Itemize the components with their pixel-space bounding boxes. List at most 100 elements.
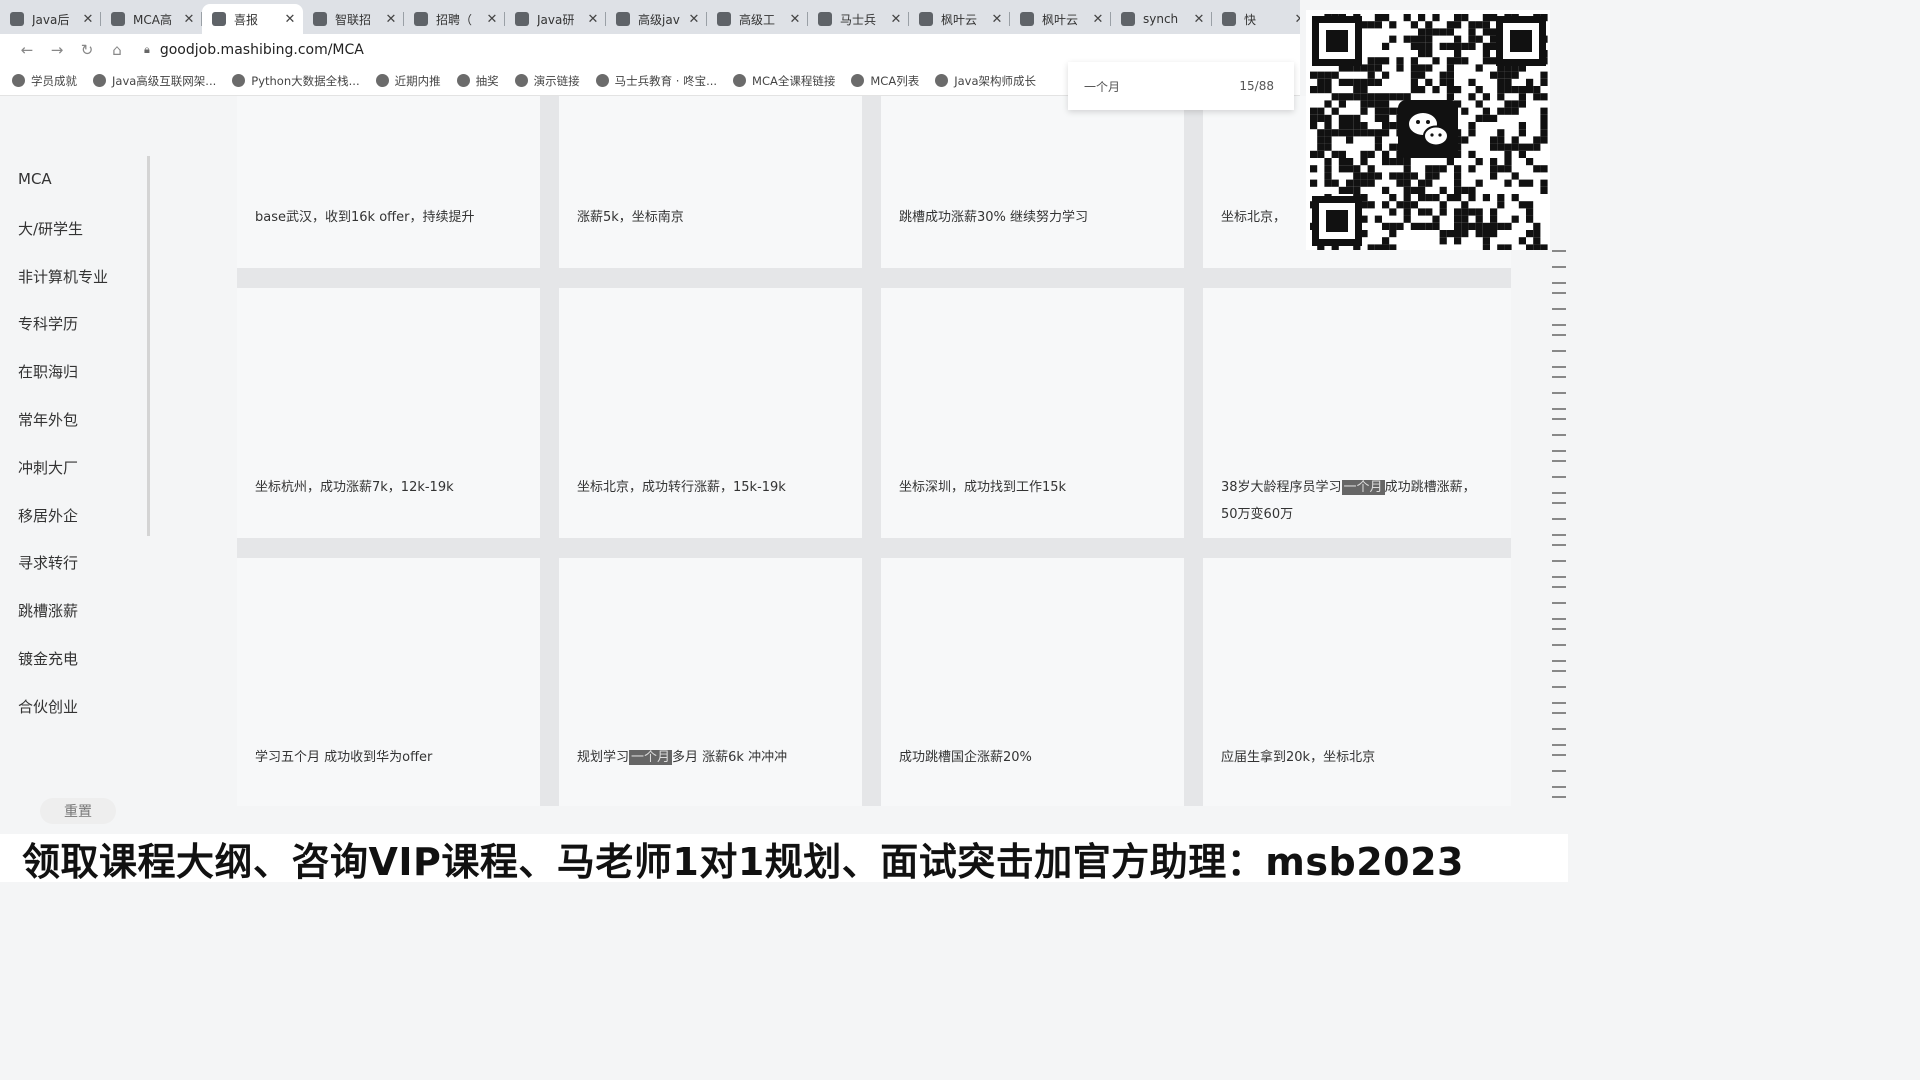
sidebar-filter-item[interactable]: 冲刺大厂 xyxy=(18,457,78,478)
bookmark-item[interactable]: Java高级互联网架... xyxy=(93,73,216,89)
close-icon[interactable]: ✕ xyxy=(81,12,95,27)
tab-title: 枫叶云 xyxy=(1042,12,1079,27)
browser-tab[interactable]: Java研 ✕ xyxy=(505,4,606,34)
browser-tab[interactable]: 快✕ xyxy=(1212,4,1300,34)
story-text: 应届生拿到20k，坐标北京 xyxy=(1221,750,1376,765)
promo-banner: 领取课程大纲、咨询VIP课程、马老师1对1规划、面试突击加官方助理：msb202… xyxy=(0,834,1568,884)
bookmark-label: 演示链接 xyxy=(533,73,580,88)
tab-favicon-icon xyxy=(212,12,226,26)
story-card[interactable]: 规划学习 一个月 多月 涨薪6k 冲冲冲 xyxy=(559,558,862,806)
tab-favicon-icon xyxy=(111,12,125,26)
tab-favicon-icon xyxy=(919,12,933,26)
tab-strip: Java后 ✕ MCA高 ✕ 喜报 ✕ 智联招 ✕ 招聘（ ✕ Java研 ✕ 高级jav ✕ 高级工 ✕ 马士… xyxy=(0,0,1300,34)
bookmark-icon xyxy=(935,74,949,87)
sidebar-filter-item[interactable]: MCA xyxy=(18,170,52,188)
close-icon[interactable]: ✕ xyxy=(687,12,701,27)
story-card[interactable]: 38岁大龄程序员学习 一个月 成功跳槽涨薪， 50万变60万 xyxy=(1203,288,1511,538)
bookmark-item[interactable]: 马士兵教育 · 咚宝... xyxy=(595,73,717,89)
bookmark-label: 学员成就 xyxy=(31,73,77,88)
tab-title: Java后 xyxy=(32,12,70,27)
sidebar-filter-item[interactable]: 跳槽涨薪 xyxy=(18,600,78,621)
close-icon[interactable]: ✕ xyxy=(990,12,1004,27)
sidebar-filter-item[interactable]: 合伙创业 xyxy=(18,696,78,717)
browser-tab[interactable]: 高级工 ✕ xyxy=(707,4,808,34)
story-text-part: 50万变60万 xyxy=(1221,507,1294,522)
close-icon[interactable]: ✕ xyxy=(586,12,600,27)
tab-title: 马士兵 xyxy=(840,12,877,27)
bookmark-icon xyxy=(456,74,470,87)
reload-icon[interactable]: ↻ xyxy=(72,41,102,59)
tab-favicon-icon xyxy=(818,12,832,26)
lock-icon[interactable]: 🔒︎ xyxy=(144,43,150,57)
tab-title: 喜报 xyxy=(234,12,259,27)
tab-title: 招聘（ xyxy=(436,12,473,27)
story-card[interactable]: 跳槽成功涨薪30% 继续努力学习 xyxy=(881,96,1184,268)
bookmark-item[interactable]: Java架构师成长 xyxy=(935,73,1036,89)
story-text: 规划学习 一个月 多月 涨薪6k 冲冲冲 xyxy=(577,744,787,771)
browser-tab[interactable]: 枫叶云 ✕ xyxy=(909,4,1010,34)
bookmark-item[interactable]: 演示链接 xyxy=(514,73,580,89)
close-icon[interactable]: ✕ xyxy=(182,12,196,27)
sidebar-filter-item[interactable]: 常年外包 xyxy=(18,409,78,430)
result-count: 15/88 xyxy=(1239,79,1274,93)
forward-icon[interactable]: → xyxy=(42,41,72,59)
bookmark-item[interactable]: 学员成就 xyxy=(12,73,77,89)
bookmark-label: Java架构师成长 xyxy=(954,73,1036,88)
sidebar-filter-item[interactable]: 移居外企 xyxy=(18,505,78,526)
bookmark-item[interactable]: Python大数据全栈... xyxy=(232,73,360,89)
bookmark-icon xyxy=(514,74,528,87)
tab-favicon-icon xyxy=(717,12,731,26)
bookmark-label: Python大数据全栈... xyxy=(251,73,360,88)
browser-tab[interactable]: 枫叶云 ✕ xyxy=(1010,4,1111,34)
tab-title: 枫叶云 xyxy=(941,12,978,27)
browser-tab[interactable]: 招聘（ ✕ xyxy=(404,4,505,34)
browser-tab[interactable]: Java后 ✕ xyxy=(0,4,101,34)
browser-tab[interactable]: 马士兵 ✕ xyxy=(808,4,909,34)
sidebar-filter-item[interactable]: 在职海归 xyxy=(18,361,78,382)
browser-tab[interactable]: MCA高 ✕ xyxy=(101,4,202,34)
wechat-qr-code xyxy=(1306,10,1550,250)
story-text: 学习五个月 成功收到华为offer xyxy=(255,750,433,765)
bookmark-item[interactable]: 近期内推 xyxy=(375,73,441,89)
close-icon[interactable]: ✕ xyxy=(788,12,802,27)
browser-tab[interactable]: 喜报 ✕ xyxy=(202,4,303,34)
story-card[interactable]: 涨薪5k，坐标南京 xyxy=(559,96,862,268)
bookmark-item[interactable]: MCA列表 xyxy=(851,73,919,89)
sidebar-filter-item[interactable]: 非计算机专业 xyxy=(18,266,108,287)
close-icon[interactable]: ✕ xyxy=(1293,12,1300,27)
close-icon[interactable]: ✕ xyxy=(1091,12,1105,27)
story-card[interactable]: 坐标北京，成功转行涨薪，15k-19k xyxy=(559,288,862,538)
story-card[interactable]: 应届生拿到20k，坐标北京 xyxy=(1203,558,1511,806)
story-card[interactable]: 坐标杭州，成功涨薪7k，12k-19k xyxy=(237,288,540,538)
reset-button[interactable]: 重置 xyxy=(40,798,116,824)
story-text-part: 多月 涨薪6k 冲冲冲 xyxy=(672,750,788,765)
close-icon[interactable]: ✕ xyxy=(1192,12,1206,27)
browser-tab[interactable]: synch ✕ xyxy=(1111,4,1212,34)
bookmark-icon xyxy=(375,74,389,87)
sidebar-scrollbar[interactable] xyxy=(147,156,150,536)
story-text: 跳槽成功涨薪30% 继续努力学习 xyxy=(899,210,1089,225)
close-icon[interactable]: ✕ xyxy=(485,12,499,27)
close-icon[interactable]: ✕ xyxy=(889,12,903,27)
story-card[interactable]: base武汉，收到16k offer，持续提升 xyxy=(237,96,540,268)
url-field[interactable]: goodjob.mashibing.com/MCA xyxy=(160,42,364,58)
close-icon[interactable]: ✕ xyxy=(384,12,398,27)
sidebar-filter-item[interactable]: 寻求转行 xyxy=(18,552,78,573)
bookmark-item[interactable]: 抽奖 xyxy=(456,73,499,89)
bookmark-item[interactable]: MCA全课程链接 xyxy=(733,73,835,89)
home-icon[interactable]: ⌂ xyxy=(102,41,132,59)
story-card[interactable]: 坐标深圳，成功找到工作15k xyxy=(881,288,1184,538)
sidebar-filter-item[interactable]: 大/研学生 xyxy=(18,218,83,239)
page-scrollbar[interactable] xyxy=(1550,250,1568,830)
back-icon[interactable]: ← xyxy=(12,41,42,59)
story-card[interactable]: 学习五个月 成功收到华为offer xyxy=(237,558,540,806)
period-dropdown[interactable]: 一个月 15/88 xyxy=(1068,62,1294,110)
browser-tab[interactable]: 高级jav ✕ xyxy=(606,4,707,34)
story-text: 38岁大龄程序员学习 一个月 成功跳槽涨薪， 50万变60万 xyxy=(1221,474,1476,528)
sidebar-filter-item[interactable]: 专科学历 xyxy=(18,313,78,334)
story-card[interactable]: 成功跳槽国企涨薪20% xyxy=(881,558,1184,806)
browser-tab[interactable]: 智联招 ✕ xyxy=(303,4,404,34)
tab-favicon-icon xyxy=(313,12,327,26)
sidebar-filter-item[interactable]: 镀金充电 xyxy=(18,648,78,669)
close-icon[interactable]: ✕ xyxy=(283,12,297,27)
